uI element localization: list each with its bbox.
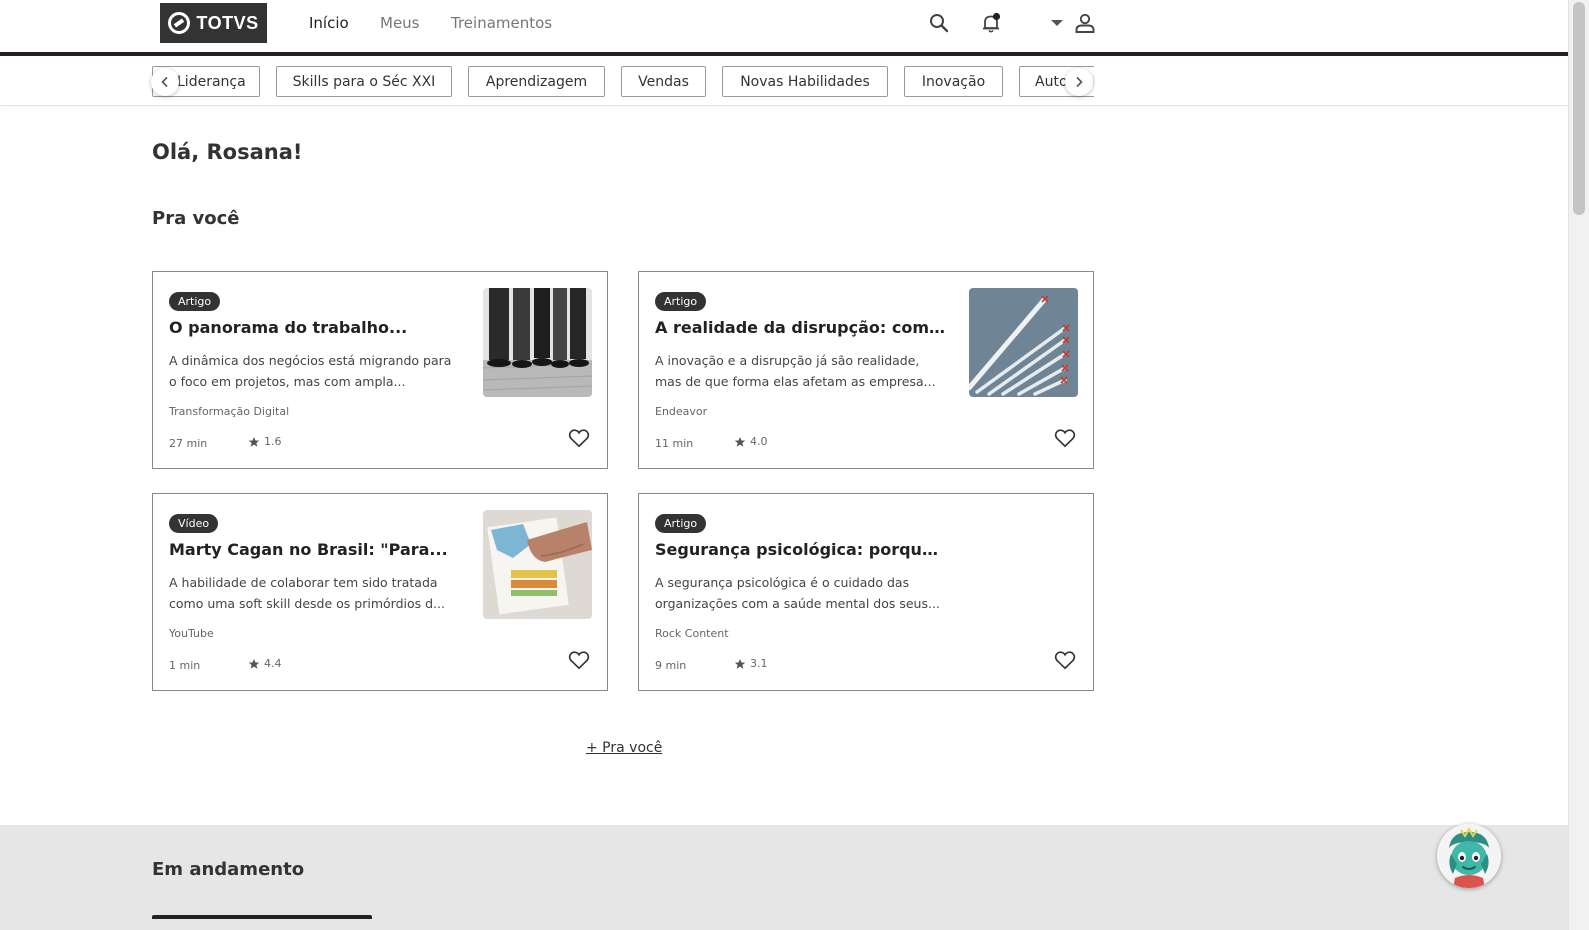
assistant-avatar-button[interactable] — [1437, 824, 1501, 888]
card-duration: 1 min — [169, 659, 201, 672]
content-card[interactable]: Artigo O panorama do trabalho... A dinâm… — [152, 271, 608, 469]
content-card[interactable]: Artigo Segurança psicológica: porque é..… — [638, 493, 1094, 691]
bell-icon[interactable] — [979, 11, 1003, 35]
card-source: YouTube — [169, 627, 214, 640]
category-chip-inovacao[interactable]: Inovação — [904, 66, 1003, 97]
category-chip-skills[interactable]: Skills para o Séc XXI — [276, 66, 452, 97]
page-scrollbar[interactable] — [1568, 0, 1589, 930]
content-type-badge: Vídeo — [169, 514, 219, 533]
in-progress-section: Em andamento — [0, 825, 1568, 930]
heart-icon[interactable] — [1052, 647, 1078, 673]
card-rating: 3.1 — [734, 657, 768, 670]
totvs-logo[interactable]: TOTVS — [160, 3, 267, 43]
nav-item-inicio[interactable]: Início — [309, 14, 349, 32]
assistant-character-icon — [1437, 824, 1501, 888]
card-duration: 11 min — [655, 437, 694, 450]
totvs-logo-mark-icon — [168, 12, 191, 34]
card-source: Transformação Digital — [169, 405, 290, 418]
content-card[interactable]: Vídeo Marty Cagan no Brasil: "Para... A … — [152, 493, 608, 691]
heart-icon[interactable] — [566, 647, 592, 673]
card-source: Rock Content — [655, 627, 729, 640]
in-progress-title: Em andamento — [152, 859, 305, 880]
card-rating-value: 3.1 — [750, 657, 768, 670]
star-icon — [734, 436, 746, 447]
content-type-badge: Artigo — [655, 514, 707, 533]
card-rating: 1.6 — [248, 435, 282, 448]
card-title[interactable]: Marty Cagan no Brasil: "Para... — [169, 540, 459, 559]
card-thumbnail-people[interactable] — [483, 288, 592, 397]
user-icon[interactable] — [1073, 11, 1097, 35]
category-chip-novas-habilidades[interactable]: Novas Habilidades — [722, 66, 888, 97]
card-description: A habilidade de colaborar tem sido trata… — [169, 575, 445, 611]
card-title[interactable]: O panorama do trabalho... — [169, 318, 459, 337]
card-rating: 4.0 — [734, 435, 768, 448]
top-navigation-bar: TOTVS Início Meus Treinamentos — [0, 0, 1568, 53]
page: TOTVS Início Meus Treinamentos Liderança… — [0, 0, 1589, 930]
chevron-right-icon[interactable] — [1065, 68, 1093, 96]
caret-down-icon[interactable] — [1045, 11, 1069, 35]
for-you-section-title: Pra você — [152, 208, 240, 229]
chevron-left-icon[interactable] — [151, 68, 179, 96]
card-description: A segurança psicológica é o cuidado das … — [655, 575, 940, 611]
content-type-badge: Artigo — [169, 292, 221, 311]
more-for-you-link[interactable]: + Pra você — [586, 740, 662, 756]
brand-name: TOTVS — [196, 12, 259, 33]
star-icon — [248, 658, 260, 669]
card-duration: 27 min — [169, 437, 208, 450]
scrollbar-thumb[interactable] — [1573, 2, 1585, 215]
card-thumbnail-jets[interactable] — [969, 288, 1078, 397]
card-title[interactable]: Segurança psicológica: porque é... — [655, 540, 945, 559]
card-rating-value: 4.0 — [750, 435, 768, 448]
card-duration: 9 min — [655, 659, 687, 672]
card-rating: 4.4 — [248, 657, 282, 670]
nav-item-meus[interactable]: Meus — [380, 14, 420, 32]
star-icon — [248, 436, 260, 447]
content-card[interactable]: Artigo A realidade da disrupção: como ..… — [638, 271, 1094, 469]
heart-icon[interactable] — [566, 425, 592, 451]
content-type-badge: Artigo — [655, 292, 707, 311]
category-chips: Liderança Skills para o Séc XXI Aprendiz… — [152, 65, 1094, 99]
category-chip-vendas[interactable]: Vendas — [621, 66, 706, 97]
card-source: Endeavor — [655, 405, 708, 418]
search-icon[interactable] — [927, 11, 951, 35]
in-progress-card-peek[interactable] — [152, 915, 372, 919]
card-rating-value: 4.4 — [264, 657, 282, 670]
category-bar: Liderança Skills para o Séc XXI Aprendiz… — [0, 56, 1568, 106]
greeting-text: Olá, Rosana! — [152, 140, 303, 164]
card-description: A inovação e a disrupção já são realidad… — [655, 353, 936, 389]
card-thumbnail-documents[interactable] — [483, 510, 592, 619]
nav-item-treinamentos[interactable]: Treinamentos — [451, 14, 552, 32]
card-title[interactable]: A realidade da disrupção: como ... — [655, 318, 945, 337]
card-rating-value: 1.6 — [264, 435, 282, 448]
heart-icon[interactable] — [1052, 425, 1078, 451]
card-description: A dinâmica dos negócios está migrando pa… — [169, 353, 452, 389]
category-chip-aprendizagem[interactable]: Aprendizagem — [468, 66, 605, 97]
star-icon — [734, 658, 746, 669]
